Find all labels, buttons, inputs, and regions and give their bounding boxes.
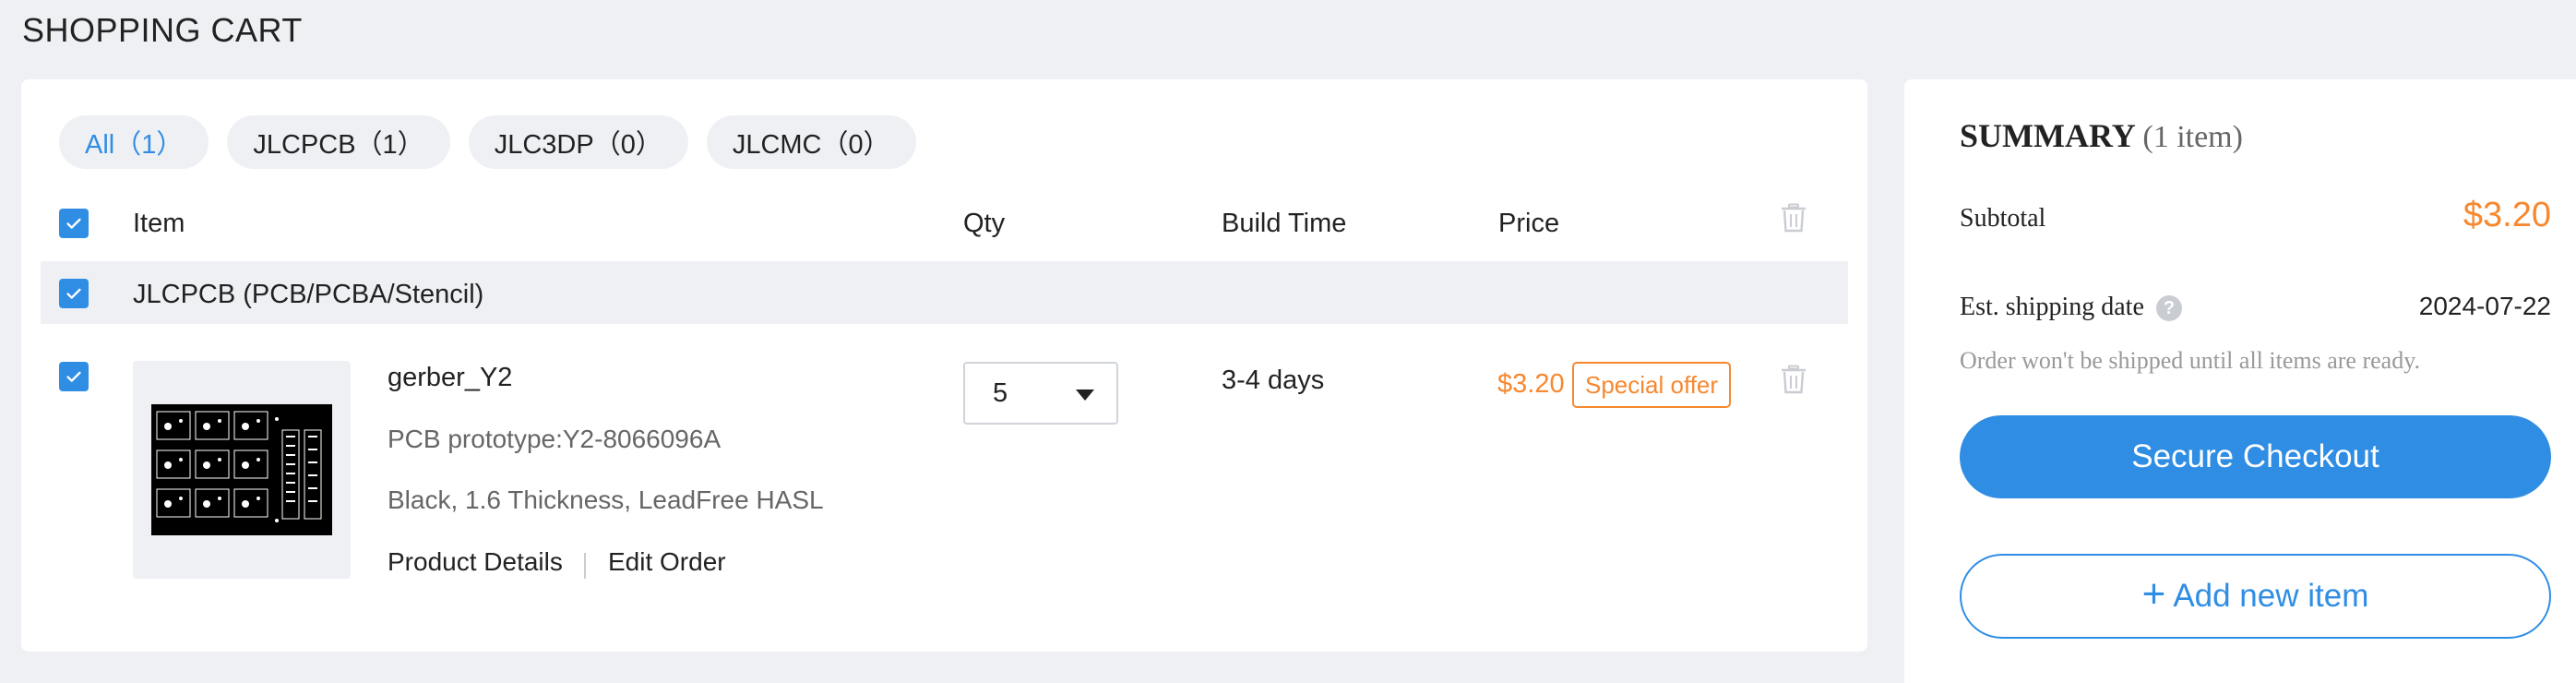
shipping-note: Order won't be shipped until all items a… [1960, 347, 2421, 374]
qty-value: 5 [993, 377, 1008, 408]
edit-order-link[interactable]: Edit Order [608, 547, 726, 577]
header-qty: Qty [963, 209, 1006, 238]
item-spec-options: Black, 1.6 Thickness, LeadFree HASL [388, 485, 824, 514]
category-tabs: All（1） JLCPCB（1） JLC3DP（0） JLCMC（0） [59, 115, 916, 169]
shipping-date-value: 2024-07-22 [2418, 292, 2551, 320]
check-icon [66, 371, 81, 382]
tab-jlcpcb[interactable]: JLCPCB（1） [227, 115, 450, 169]
check-icon [66, 218, 81, 229]
subtotal-label: Subtotal [1960, 204, 2046, 233]
summary-panel: SUMMARY (1 item) Subtotal $3.20 Est. shi… [1904, 79, 2576, 683]
subtotal-value: $3.20 [2463, 196, 2551, 234]
trash-icon[interactable] [1781, 365, 1807, 394]
item-name[interactable]: gerber_Y2 [388, 363, 512, 393]
link-divider [584, 553, 586, 579]
check-icon [66, 288, 81, 299]
build-time-value: 3-4 days [1222, 365, 1325, 395]
item-price: $3.20 [1497, 369, 1565, 399]
select-all-checkbox[interactable] [59, 209, 89, 238]
tab-jlc3dp[interactable]: JLC3DP（0） [468, 115, 688, 169]
summary-item-count: (1 item) [2142, 120, 2243, 154]
header-price: Price [1498, 209, 1560, 238]
shipping-date-label: Est. shipping date [1960, 293, 2144, 321]
secure-checkout-button[interactable]: Secure Checkout [1960, 415, 2551, 498]
special-offer-badge: Special offer [1572, 362, 1732, 408]
plus-icon: + [2141, 571, 2166, 617]
tab-jlcmc[interactable]: JLCMC（0） [706, 115, 916, 169]
qty-select[interactable]: 5 [963, 362, 1118, 425]
header-item: Item [133, 209, 185, 238]
pcb-image [151, 404, 332, 535]
summary-title: SUMMARY (1 item) [1960, 116, 2243, 155]
product-thumbnail[interactable] [133, 361, 351, 579]
page-title: SHOPPING CART [22, 11, 303, 49]
trash-icon[interactable] [1781, 203, 1807, 233]
item-spec-prototype: PCB prototype:Y2-8066096A [388, 425, 722, 453]
add-new-item-label: Add new item [2173, 578, 2369, 614]
cart-panel: All（1） JLCPCB（1） JLC3DP（0） JLCMC（0） Item… [21, 79, 1867, 652]
product-details-link[interactable]: Product Details [388, 547, 563, 577]
group-label: JLCPCB (PCB/PCBA/Stencil) [133, 280, 484, 309]
summary-heading: SUMMARY [1960, 117, 2135, 154]
add-new-item-button[interactable]: + Add new item [1960, 554, 2551, 639]
question-icon[interactable]: ? [2156, 295, 2182, 321]
header-build-time: Build Time [1222, 209, 1347, 238]
group-checkbox[interactable] [59, 279, 89, 308]
tab-all[interactable]: All（1） [59, 115, 209, 169]
item-checkbox[interactable] [59, 362, 89, 391]
chevron-down-icon [1076, 389, 1094, 401]
